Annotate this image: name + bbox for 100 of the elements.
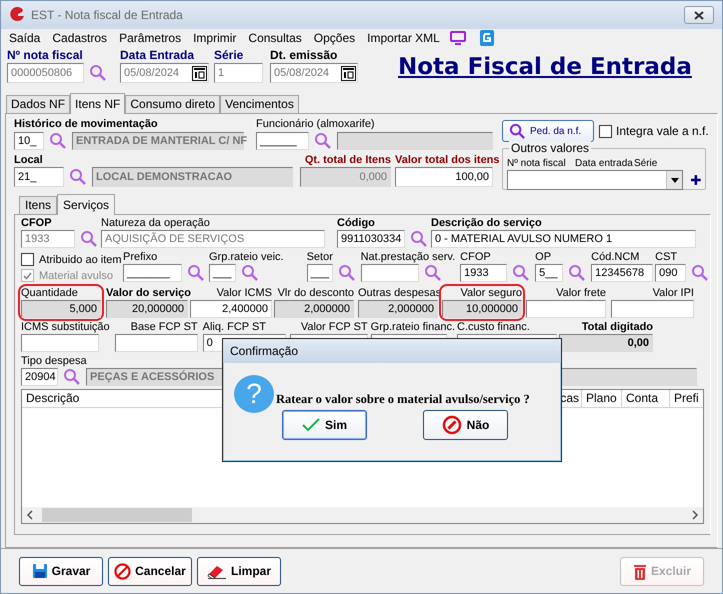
eraser-icon xyxy=(206,563,227,579)
scroll-left-icon[interactable] xyxy=(26,510,34,520)
field-label: Natureza da operação xyxy=(101,217,211,230)
column-header[interactable]: Plano xyxy=(582,390,622,408)
input-field[interactable] xyxy=(611,300,694,318)
search-icon[interactable] xyxy=(512,264,530,282)
field-label: Cód.NCM xyxy=(591,251,640,264)
search-icon[interactable] xyxy=(691,264,710,282)
menu-item[interactable]: Saída xyxy=(3,30,46,44)
input-field[interactable] xyxy=(21,334,99,352)
trash-icon xyxy=(632,562,647,580)
search-icon[interactable] xyxy=(568,264,586,282)
field-label: OP xyxy=(535,251,552,264)
field-label: Dt. emissão xyxy=(270,48,338,63)
input-field[interactable]: 0000050806 xyxy=(7,63,84,83)
search-icon[interactable] xyxy=(49,132,67,150)
field-label: Descrição do serviço xyxy=(431,217,543,230)
input-field[interactable]: ______ xyxy=(256,132,309,150)
field-label: Funcionário (almoxarife) xyxy=(256,118,376,131)
scroll-right-icon[interactable] xyxy=(691,510,699,520)
order-lookup-button[interactable]: Ped. da n.f. xyxy=(502,120,594,142)
no-button[interactable]: Não xyxy=(423,410,508,440)
input-field[interactable]: 20904 xyxy=(21,368,58,386)
search-icon[interactable] xyxy=(187,264,205,282)
tab[interactable]: Itens NF xyxy=(70,93,126,114)
input-field[interactable]: 10_ xyxy=(14,132,44,150)
field-label: Valor ICMS xyxy=(216,287,272,300)
field-label: Qt. total de Itens xyxy=(304,154,391,167)
close-button[interactable] xyxy=(684,6,714,24)
search-icon[interactable] xyxy=(338,264,356,282)
input-field[interactable]: 9911030334 xyxy=(337,230,405,248)
search-icon[interactable] xyxy=(80,230,98,248)
checkbox[interactable] xyxy=(21,253,34,266)
field-label: Valor seguro xyxy=(459,287,522,300)
field-label: Valor IPI xyxy=(652,287,694,300)
field-label: Prefixo xyxy=(123,251,158,264)
cancel-button[interactable]: Cancelar xyxy=(108,556,192,586)
input-field[interactable] xyxy=(114,334,198,352)
tab[interactable]: Vencimentos xyxy=(220,95,299,113)
input-field[interactable]: 5__ xyxy=(535,264,564,282)
calendar-icon[interactable] xyxy=(192,66,207,80)
app-logo-icon[interactable] xyxy=(480,30,494,46)
input-field[interactable] xyxy=(337,132,493,150)
column-header[interactable]: Conta xyxy=(622,390,670,408)
field-label: Valor do serviço xyxy=(106,287,188,300)
checkbox[interactable] xyxy=(599,124,612,138)
search-icon[interactable] xyxy=(314,132,332,150)
input-field[interactable]: 21_ xyxy=(14,167,64,187)
menu-item[interactable]: Parâmetros xyxy=(113,30,188,44)
column-label: Nº nota fiscal xyxy=(507,157,567,170)
search-icon[interactable] xyxy=(69,168,87,186)
save-button[interactable]: Gravar xyxy=(19,556,103,586)
input-field[interactable]: 090 xyxy=(655,264,686,282)
menu-item[interactable]: Opções xyxy=(308,30,362,44)
field-label: Quantidade xyxy=(21,287,79,300)
input-field[interactable]: ___ xyxy=(209,264,236,282)
tab[interactable]: Itens xyxy=(19,196,58,214)
menu-item[interactable]: Consultas xyxy=(242,30,308,44)
input-field[interactable]: 1933 xyxy=(21,230,75,248)
input-field[interactable]: _______ xyxy=(123,264,182,282)
dropdown[interactable] xyxy=(507,170,684,190)
page-title: Nota Fiscal de Entrada xyxy=(398,54,692,80)
input-field[interactable] xyxy=(526,300,606,318)
search-icon[interactable] xyxy=(89,64,107,82)
tab[interactable]: Serviços xyxy=(57,194,116,215)
input-field[interactable]: 1933 xyxy=(460,264,508,282)
field-label: CFOP xyxy=(460,251,492,264)
column-header[interactable]: Prefi xyxy=(670,390,703,408)
input-field[interactable]: 2,400000 xyxy=(190,300,272,318)
input-field[interactable] xyxy=(360,264,419,282)
input-field[interactable]: 1 xyxy=(214,63,263,83)
add-icon[interactable] xyxy=(691,175,701,185)
input-field[interactable]: 0 - MATERIAL AVULSO NUMERO 1 xyxy=(431,230,696,248)
field-label: Nat.prestação serv. xyxy=(360,251,456,264)
search-icon[interactable] xyxy=(410,230,428,248)
input-field[interactable]: 0,00 xyxy=(559,334,654,352)
monitor-icon[interactable] xyxy=(450,30,466,44)
check-icon xyxy=(302,418,320,432)
tab[interactable]: Consumo direto xyxy=(125,95,220,113)
input-field[interactable]: ___ xyxy=(306,264,333,282)
tab[interactable]: Dados NF xyxy=(6,95,70,113)
calendar-icon[interactable] xyxy=(341,66,356,80)
prohibited-icon xyxy=(114,562,132,580)
input-field[interactable]: 12345678 xyxy=(591,264,654,282)
menu-item[interactable]: Imprimir xyxy=(187,30,242,44)
search-icon[interactable] xyxy=(241,264,259,282)
horizontal-scrollbar[interactable] xyxy=(22,507,703,523)
input-field[interactable]: AQUISIÇÃO DE SERVIÇOS xyxy=(101,230,325,248)
search-icon[interactable] xyxy=(63,368,81,386)
field-label: Código xyxy=(337,217,376,230)
search-icon[interactable] xyxy=(424,264,442,282)
field-label: Aliq. FCP ST xyxy=(202,321,268,334)
menu-item[interactable]: Importar XML xyxy=(361,30,446,44)
dropdown-arrow-icon xyxy=(670,178,679,182)
field-label: Histórico de movimentação xyxy=(14,118,159,131)
yes-button[interactable]: Sim xyxy=(282,410,367,440)
input-field[interactable]: 100,00 xyxy=(395,167,493,187)
clear-button[interactable]: Limpar xyxy=(197,556,281,586)
checkbox-label: Atribuido ao item xyxy=(39,254,122,266)
menu-item[interactable]: Cadastros xyxy=(46,30,114,44)
